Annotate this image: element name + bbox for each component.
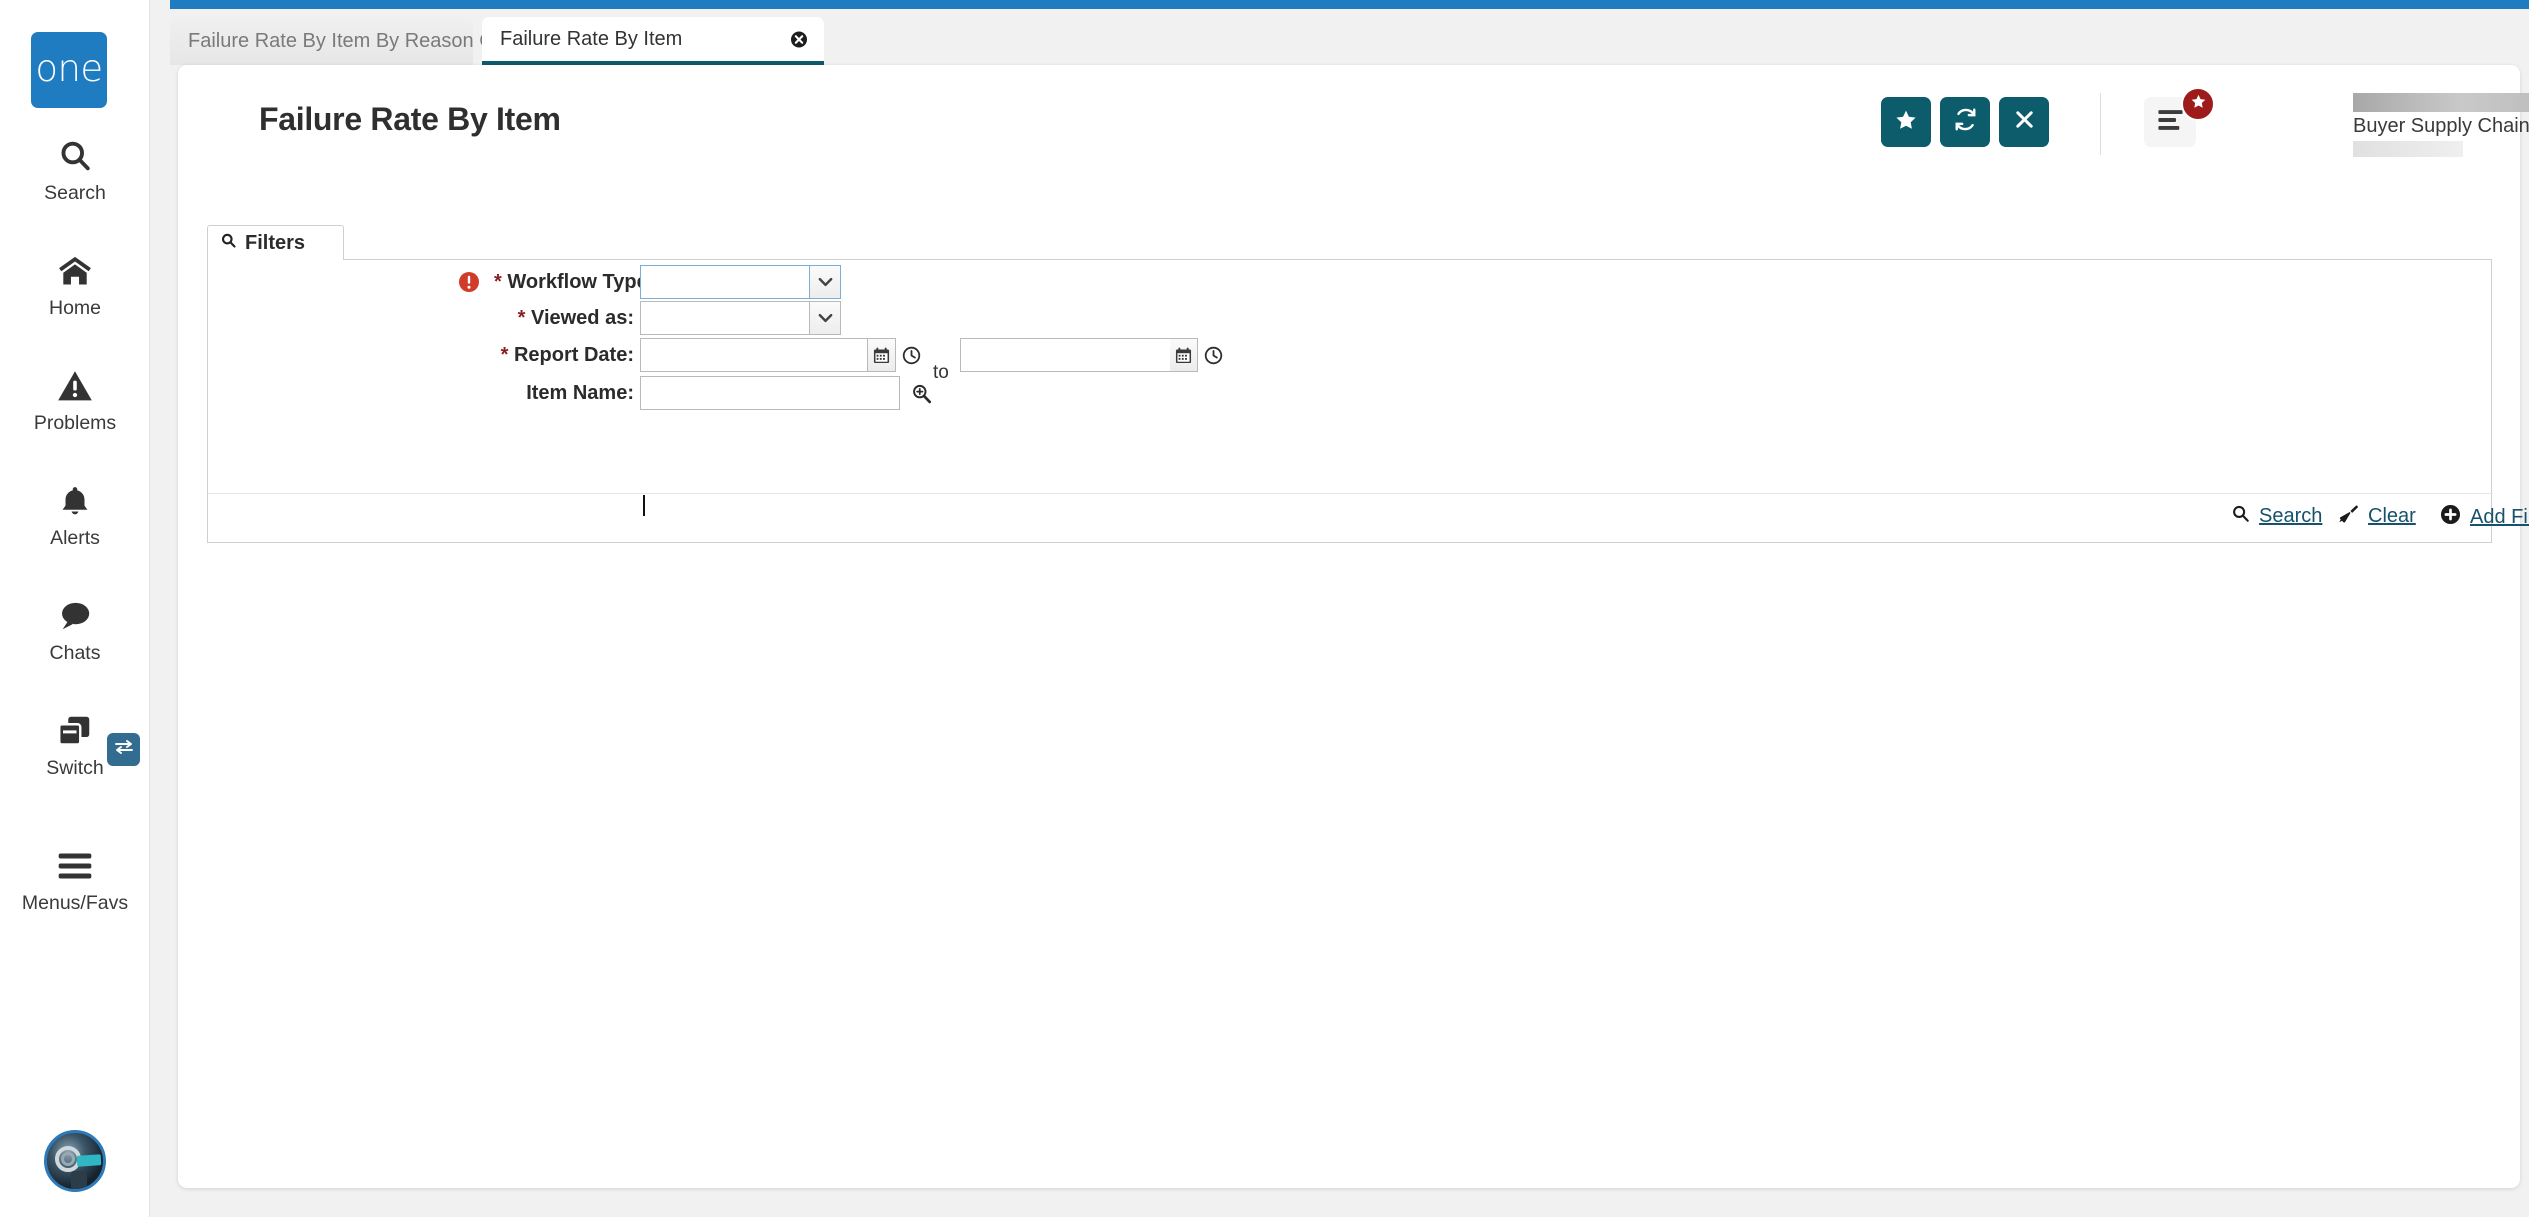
close-circle-icon[interactable] [790,30,808,48]
tab-label: Failure Rate By Item By Reason C... [188,29,511,52]
error-icon [458,271,480,293]
page-title: Failure Rate By Item [259,101,561,137]
chat-bubble-icon [56,595,94,637]
calendar-icon[interactable] [868,338,896,372]
tab-failure-rate-by-item[interactable]: Failure Rate By Item [482,17,824,65]
filters-tab-label: Filters [245,231,306,254]
tab-strip: Failure Rate By Item By Reason C... Fail… [170,17,2529,65]
sidebar-item-problems[interactable]: Problems [0,365,150,435]
hamburger-icon [56,845,94,887]
brand-logo[interactable]: one [31,32,107,108]
star-icon [2190,93,2207,115]
user-name: Buyer Supply Chain Admin [2353,115,2529,137]
user-redacted-line-bottom [2353,141,2463,157]
list-menu-icon [2157,109,2184,136]
page-shell: Failure Rate By Item By Reason C... Fail… [150,0,2529,1217]
tab-failure-rate-by-item-by-reason-code[interactable]: Failure Rate By Item By Reason C... [170,17,544,65]
workflow-type-dropdown-arrow[interactable] [810,265,841,299]
tab-label: Failure Rate By Item [500,27,683,50]
search-icon [220,232,237,254]
refresh-button[interactable] [1940,97,1990,147]
warning-triangle-icon [57,365,93,407]
filter-actions: Search Clear Add Fi [208,493,2529,543]
avatar[interactable] [44,1130,106,1192]
avatar-face [71,1171,87,1189]
report-date-from-input[interactable] [640,338,868,372]
field-label-workflow-type: * Workflow Type: [494,270,655,293]
filters-panel: Filters * Workflow Type: * Viewed as: * … [207,225,2529,543]
report-date-to-input[interactable] [960,338,1188,372]
sidebar-item-label: Menus/Favs [21,892,129,914]
sidebar-item-label: Switch [46,757,104,779]
sidebar-item-label: Home [48,297,102,319]
sidebar-item-alerts[interactable]: Alerts [0,480,150,550]
clock-icon[interactable] [1200,340,1226,370]
add-filter-action[interactable]: Add Filter [2440,504,2529,530]
date-range-separator: to [933,362,949,383]
home-icon [56,250,94,292]
broom-icon [2338,504,2359,529]
text-cursor [643,495,645,516]
clock-icon[interactable] [898,340,924,370]
calendar-icon[interactable] [1170,338,1198,372]
user-block[interactable]: Buyer Supply Chain Admin [2353,93,2529,157]
star-icon [1894,108,1918,137]
field-label-item-name: Item Name: [526,381,634,404]
header-menu-badge [2181,87,2215,121]
sidebar-item-label: Alerts [50,527,100,549]
clear-action[interactable]: Clear [2338,504,2416,529]
sidebar-item-label: Problems [33,412,117,434]
sidebar-item-label: Search [44,182,106,204]
viewed-as-input[interactable] [640,301,810,335]
refresh-icon [1953,107,1978,137]
close-button[interactable] [1999,97,2049,147]
sidebar-item-home[interactable]: Home [0,250,150,320]
viewed-as-dropdown-arrow[interactable] [810,301,841,335]
plus-circle-icon [2440,504,2461,530]
favorite-button[interactable] [1881,97,1931,147]
magnifier-plus-icon[interactable] [908,378,934,408]
workflow-type-input[interactable] [640,265,810,299]
add-filter-action-label: Add Filter [2470,505,2529,528]
user-redacted-line-top [2353,93,2529,112]
field-label-viewed-as: * Viewed as: [517,306,634,329]
field-label-report-date: * Report Date: [500,343,634,366]
content-card: Failure Rate By Item Buyer Supply Chain … [178,65,2529,1188]
avatar-inner-ring [61,1152,75,1166]
filters-body: * Workflow Type: * Viewed as: * Report D… [207,259,2529,543]
search-icon [57,135,93,177]
search-icon [2231,504,2250,528]
x-icon [2013,108,2036,136]
switch-toggle-badge[interactable] [107,733,140,766]
item-name-input[interactable] [640,376,900,410]
sidebar-item-chats[interactable]: Chats [0,595,150,665]
header-divider [2100,93,2101,155]
sidebar-item-search[interactable]: Search [0,135,150,205]
brand-logo-text: one [35,47,103,90]
switch-windows-icon [55,710,95,752]
top-accent-bar [170,0,2529,9]
bell-icon [58,480,92,522]
filters-tab[interactable]: Filters [207,225,344,260]
clear-action-label: Clear [2368,505,2416,527]
search-action-label: Search [2259,504,2323,527]
search-action[interactable]: Search [2231,504,2322,528]
left-sidebar: one Search Home Problems Alerts Chats Sw… [0,0,150,1217]
sidebar-item-label: Chats [49,642,101,664]
swap-arrows-icon [114,739,134,760]
sidebar-item-menus-favs[interactable]: Menus/Favs [0,845,150,915]
avatar-visor [76,1154,102,1167]
